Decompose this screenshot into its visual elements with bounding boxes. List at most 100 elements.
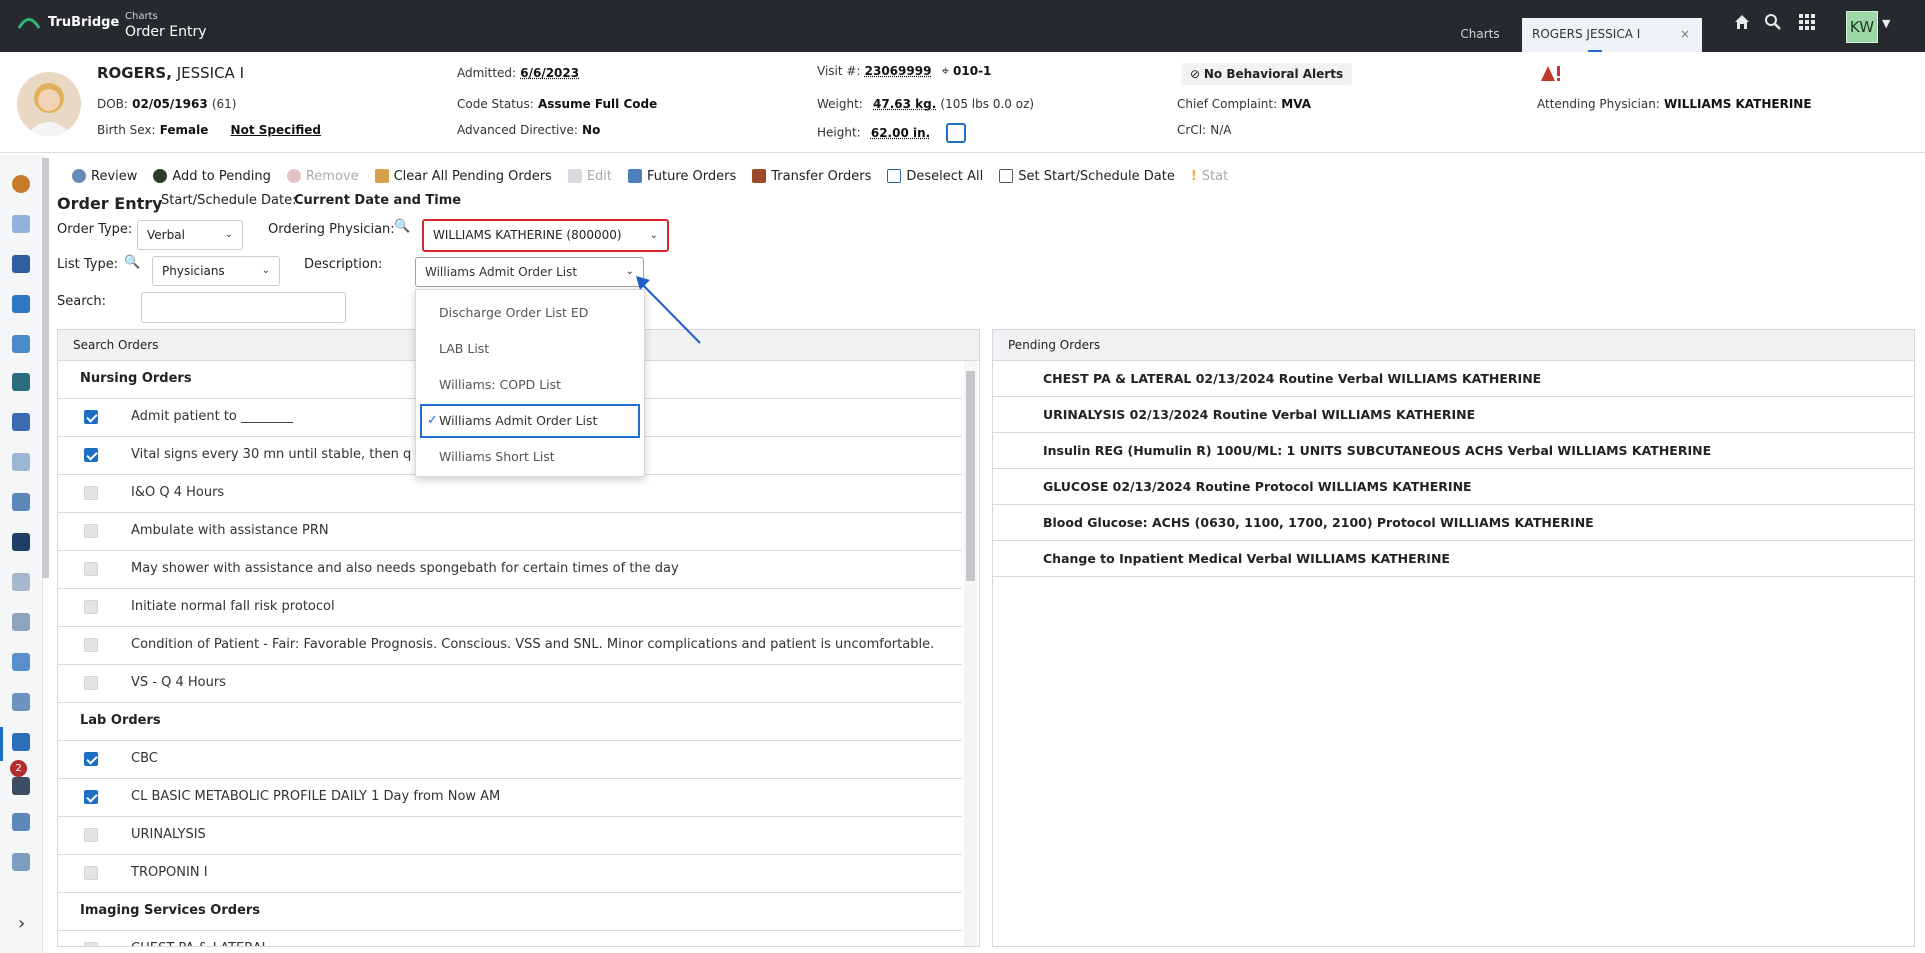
- description-option[interactable]: Williams Short List: [416, 440, 644, 474]
- physician-lookup-icon[interactable]: 🔍: [394, 219, 410, 234]
- future-orders-button[interactable]: Future Orders: [628, 169, 736, 184]
- order-row[interactable]: URINALYSIS: [58, 817, 962, 855]
- scroll-thumb[interactable]: [966, 371, 975, 581]
- staff-nav-icon[interactable]: [12, 853, 30, 871]
- description-option[interactable]: ✓ Williams Admit Order List: [420, 404, 640, 438]
- order-checkbox[interactable]: [84, 486, 98, 500]
- description-label: Description:: [304, 257, 383, 272]
- order-row[interactable]: CHEST PA & LATERAL: [58, 931, 962, 946]
- transfer-orders-button[interactable]: Transfer Orders: [752, 169, 871, 184]
- pending-order-row[interactable]: Change to Inpatient Medical Verbal WILLI…: [993, 541, 1914, 577]
- order-row[interactable]: CBC: [58, 741, 962, 779]
- patient-photo[interactable]: [17, 72, 81, 136]
- report-nav-icon[interactable]: [12, 613, 30, 631]
- attachment-nav-icon[interactable]: [12, 693, 30, 711]
- pending-order-row[interactable]: CHEST PA & LATERAL 02/13/2024 Routine Ve…: [993, 361, 1914, 397]
- behavioral-alerts-badge[interactable]: ⊘ No Behavioral Alerts: [1181, 63, 1353, 85]
- description-select[interactable]: Williams Admit Order List ⌄: [415, 257, 644, 287]
- list-type-lookup-icon[interactable]: 🔍: [124, 255, 140, 270]
- pen-nav-icon[interactable]: [12, 453, 30, 471]
- order-row[interactable]: I&O Q 4 Hours: [58, 475, 962, 513]
- order-checkbox[interactable]: [84, 448, 98, 462]
- notes-nav-icon[interactable]: [12, 653, 30, 671]
- admitted-value[interactable]: 6/6/2023: [520, 66, 579, 80]
- order-checkbox[interactable]: [84, 828, 98, 842]
- expand-rail-icon[interactable]: ›: [18, 913, 25, 934]
- order-row[interactable]: May shower with assistance and also need…: [58, 551, 962, 589]
- tab-charts[interactable]: Charts: [1430, 18, 1530, 52]
- imaging-nav-icon[interactable]: [12, 533, 30, 551]
- order-checkbox[interactable]: [84, 790, 98, 804]
- description-option[interactable]: Williams: COPD List: [416, 368, 644, 402]
- order-type-select[interactable]: Verbal ⌄: [137, 220, 243, 250]
- location-pin-icon: ⌖: [941, 64, 949, 79]
- remove-button[interactable]: Remove: [286, 169, 359, 184]
- search-icon[interactable]: [1764, 13, 1782, 36]
- clear-all-pending-button[interactable]: Clear All Pending Orders: [374, 169, 552, 184]
- weight-value[interactable]: 47.63 kg.: [873, 97, 936, 111]
- code-status-label: Code Status:: [457, 97, 534, 111]
- order-row[interactable]: Ambulate with assistance PRN: [58, 513, 962, 551]
- questions-nav-icon[interactable]: [12, 777, 30, 795]
- user-menu-chevron-icon[interactable]: ▼: [1882, 17, 1890, 30]
- document-nav-icon[interactable]: [12, 573, 30, 591]
- order-checkbox[interactable]: [84, 410, 98, 424]
- globe-nav-icon[interactable]: [12, 335, 30, 353]
- pending-order-row[interactable]: GLUCOSE 02/13/2024 Routine Protocol WILL…: [993, 469, 1914, 505]
- edit-button[interactable]: Edit: [567, 169, 612, 184]
- order-checkbox[interactable]: [84, 942, 98, 946]
- order-checkbox[interactable]: [84, 600, 98, 614]
- review-button[interactable]: Review: [72, 169, 137, 184]
- ordering-physician-value: WILLIAMS KATHERINE (800000): [433, 228, 622, 242]
- people-nav-icon[interactable]: [12, 413, 30, 431]
- pending-order-row[interactable]: URINALYSIS 02/13/2024 Routine Verbal WIL…: [993, 397, 1914, 433]
- home-icon[interactable]: [1733, 13, 1751, 36]
- pending-order-row[interactable]: Blood Glucose: ACHS (0630, 1100, 1700, 2…: [993, 505, 1914, 541]
- list-type-select[interactable]: Physicians ⌄: [152, 256, 280, 286]
- order-row[interactable]: TROPONIN I: [58, 855, 962, 893]
- height-value[interactable]: 62.00 in.: [871, 126, 930, 140]
- search-input[interactable]: [141, 292, 346, 323]
- order-checkbox[interactable]: [84, 752, 98, 766]
- order-row[interactable]: VS - Q 4 Hours: [58, 665, 962, 703]
- pending-order-row[interactable]: Insulin REG (Humulin R) 100U/ML: 1 UNITS…: [993, 433, 1914, 469]
- monitor-nav-icon[interactable]: [12, 295, 30, 313]
- allergy-alert-icon[interactable]: [1540, 64, 1562, 86]
- order-checkbox[interactable]: [84, 866, 98, 880]
- order-checkbox[interactable]: [84, 676, 98, 690]
- chevron-down-icon: ⌄: [224, 229, 233, 240]
- provider-nav-icon[interactable]: [12, 493, 30, 511]
- search-orders-scrollbar[interactable]: [964, 361, 977, 946]
- breadcrumb-parent[interactable]: Charts: [125, 11, 158, 22]
- order-row[interactable]: Initiate normal fall risk protocol: [58, 589, 962, 627]
- stat-button[interactable]: ! Stat: [1191, 169, 1228, 184]
- clipboard-nav-icon[interactable]: [12, 255, 30, 273]
- order-row[interactable]: CL BASIC METABOLIC PROFILE DAILY 1 Day f…: [58, 779, 962, 817]
- alerts-nav-icon[interactable]: [12, 175, 30, 193]
- settings-nav-icon[interactable]: [12, 813, 30, 831]
- order-checkbox[interactable]: [84, 638, 98, 652]
- brand-logo[interactable]: TruBridge: [18, 15, 119, 30]
- care-nav-icon[interactable]: [12, 373, 30, 391]
- rail-scrollbar[interactable]: [42, 158, 49, 578]
- order-checkbox[interactable]: [84, 562, 98, 576]
- vitals-nav-icon[interactable]: [12, 215, 30, 233]
- measurement-icon[interactable]: [946, 123, 967, 143]
- add-to-pending-button[interactable]: Add to Pending: [153, 169, 271, 184]
- deselect-all-button[interactable]: Deselect All: [887, 169, 983, 184]
- apps-grid-icon[interactable]: [1798, 13, 1816, 36]
- tab-close-icon[interactable]: ×: [1680, 18, 1690, 50]
- visit-value[interactable]: 23069999: [865, 64, 932, 78]
- set-start-schedule-date-button[interactable]: Set Start/Schedule Date: [999, 169, 1175, 184]
- order-row[interactable]: Condition of Patient - Fair: Favorable P…: [58, 627, 962, 665]
- description-option[interactable]: Discharge Order List ED: [416, 296, 644, 330]
- tab-patient[interactable]: ROGERS JESSICA I ×: [1522, 18, 1702, 52]
- description-value: Williams Admit Order List: [425, 265, 578, 279]
- user-avatar[interactable]: KW: [1846, 11, 1878, 43]
- order-entry-nav-icon[interactable]: [12, 733, 30, 751]
- gender-identity-link[interactable]: Not Specified: [231, 123, 321, 137]
- ordering-physician-select[interactable]: WILLIAMS KATHERINE (800000) ⌄: [422, 219, 669, 252]
- description-option[interactable]: LAB List: [416, 332, 644, 366]
- order-checkbox[interactable]: [84, 524, 98, 538]
- order-group-label: Nursing Orders: [80, 371, 192, 386]
